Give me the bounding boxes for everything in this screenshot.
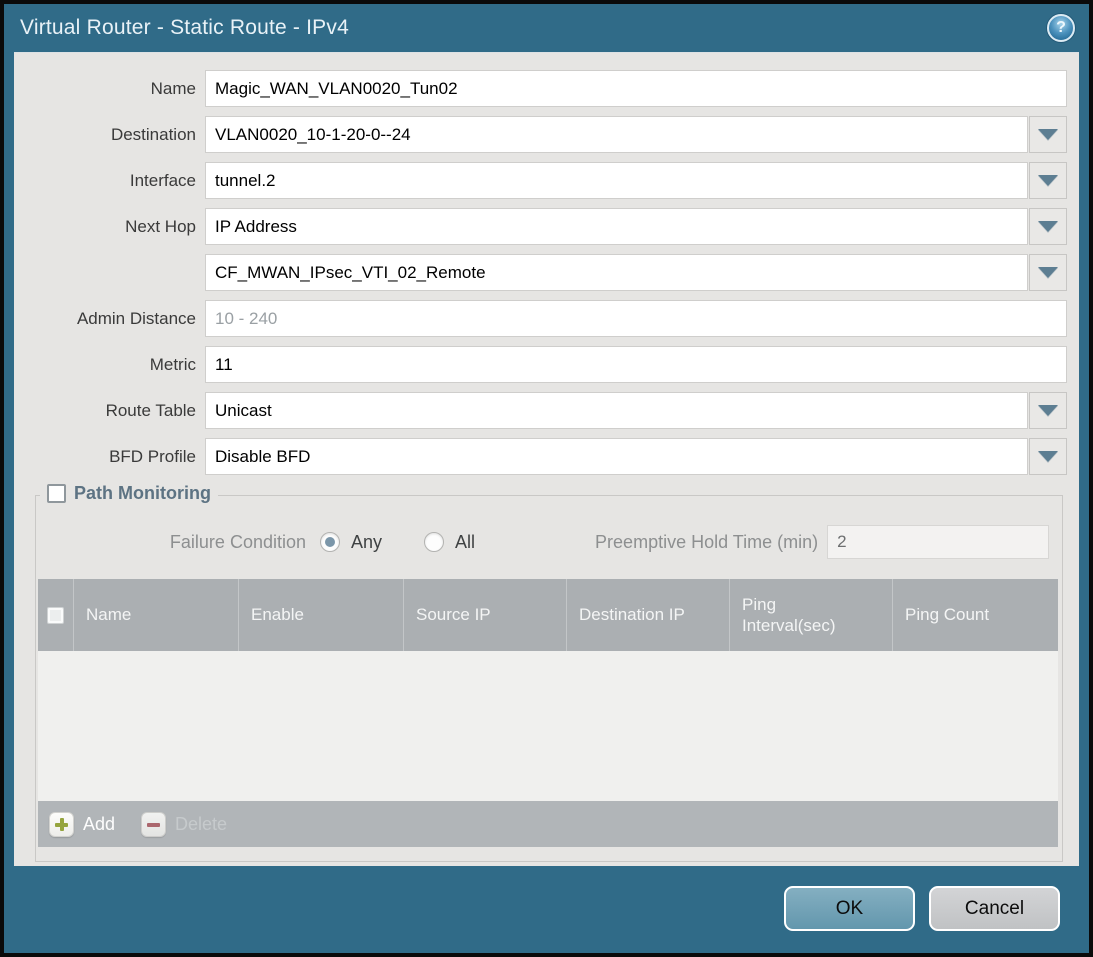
- form-row-metric: Metric: [14, 346, 1067, 383]
- destination-dropdown-button[interactable]: [1029, 116, 1067, 153]
- chevron-down-icon: [1038, 451, 1058, 462]
- table-body-empty: [38, 651, 1058, 801]
- failure-condition-all-radio[interactable]: [424, 532, 444, 552]
- path-monitoring-section: Path Monitoring Failure Condition Any Al…: [35, 495, 1063, 862]
- column-header-ping-count: Ping Count: [892, 579, 1058, 651]
- form-row-next-hop-address: [14, 254, 1067, 291]
- destination-field: [205, 116, 1067, 153]
- route-table-label: Route Table: [14, 401, 205, 421]
- name-label: Name: [14, 79, 205, 99]
- destination-label: Destination: [14, 125, 205, 145]
- next-hop-address-dropdown-button[interactable]: [1029, 254, 1067, 291]
- name-field: [205, 70, 1067, 107]
- metric-input[interactable]: [205, 346, 1067, 383]
- failure-condition-any-label: Any: [351, 532, 382, 553]
- preemptive-hold-time-input[interactable]: [827, 525, 1049, 559]
- column-header-ping-interval: Ping Interval(sec): [729, 579, 892, 651]
- help-icon[interactable]: ?: [1047, 14, 1075, 42]
- table-toolbar: Add Delete: [38, 801, 1058, 847]
- form-row-interface: Interface: [14, 162, 1067, 199]
- failure-condition-any-radio[interactable]: [320, 532, 340, 552]
- form-row-route-table: Route Table: [14, 392, 1067, 429]
- select-all-checkbox[interactable]: [47, 607, 64, 624]
- failure-condition-all-label: All: [455, 532, 475, 553]
- delete-button-label: Delete: [175, 814, 227, 835]
- failure-condition-row: Failure Condition Any All Preemptive Hol…: [36, 525, 1062, 559]
- failure-condition-label: Failure Condition: [36, 532, 306, 553]
- dialog-actions: OK Cancel: [784, 886, 1060, 931]
- bfd-profile-dropdown-button[interactable]: [1029, 438, 1067, 475]
- bfd-profile-field: [205, 438, 1067, 475]
- interface-field: [205, 162, 1067, 199]
- add-button[interactable]: Add: [49, 812, 115, 837]
- chevron-down-icon: [1038, 221, 1058, 232]
- form-row-name: Name: [14, 70, 1067, 107]
- next-hop-label: Next Hop: [14, 217, 205, 237]
- interface-dropdown-button[interactable]: [1029, 162, 1067, 199]
- dialog-title: Virtual Router - Static Route - IPv4: [20, 16, 349, 40]
- name-input[interactable]: [205, 70, 1067, 107]
- dialog-window: Virtual Router - Static Route - IPv4 ? N…: [4, 4, 1089, 953]
- metric-field: [205, 346, 1067, 383]
- path-monitoring-table: Name Enable Source IP Destination IP Pin…: [38, 579, 1058, 847]
- route-table-input[interactable]: [205, 392, 1028, 429]
- form-row-next-hop: Next Hop: [14, 208, 1067, 245]
- admin-distance-field: [205, 300, 1067, 337]
- column-header-source-ip: Source IP: [403, 579, 566, 651]
- form-row-bfd-profile: BFD Profile: [14, 438, 1067, 475]
- title-bar: Virtual Router - Static Route - IPv4 ?: [4, 4, 1089, 52]
- path-monitoring-title: Path Monitoring: [74, 483, 211, 504]
- dialog-content: Name Destination Interface: [14, 52, 1079, 866]
- admin-distance-label: Admin Distance: [14, 309, 205, 329]
- route-table-dropdown-button[interactable]: [1029, 392, 1067, 429]
- admin-distance-input[interactable]: [205, 300, 1067, 337]
- form-row-admin-distance: Admin Distance: [14, 300, 1067, 337]
- ok-button[interactable]: OK: [784, 886, 915, 931]
- form-row-destination: Destination: [14, 116, 1067, 153]
- next-hop-address-input[interactable]: [205, 254, 1028, 291]
- next-hop-type-input[interactable]: [205, 208, 1028, 245]
- dialog-frame: Virtual Router - Static Route - IPv4 ? N…: [0, 0, 1093, 957]
- next-hop-type-dropdown-button[interactable]: [1029, 208, 1067, 245]
- column-header-name: Name: [73, 579, 238, 651]
- delete-button[interactable]: Delete: [141, 812, 227, 837]
- minus-icon: [141, 812, 166, 837]
- cancel-button[interactable]: Cancel: [929, 886, 1060, 931]
- interface-label: Interface: [14, 171, 205, 191]
- column-header-enable: Enable: [238, 579, 403, 651]
- metric-label: Metric: [14, 355, 205, 375]
- add-button-label: Add: [83, 814, 115, 835]
- interface-input[interactable]: [205, 162, 1028, 199]
- column-header-destination-ip: Destination IP: [566, 579, 729, 651]
- bfd-profile-label: BFD Profile: [14, 447, 205, 467]
- path-monitoring-checkbox[interactable]: [47, 484, 66, 503]
- select-all-header-cell: [38, 579, 73, 651]
- chevron-down-icon: [1038, 267, 1058, 278]
- route-table-field: [205, 392, 1067, 429]
- plus-icon: [49, 812, 74, 837]
- destination-input[interactable]: [205, 116, 1028, 153]
- preemptive-hold-time-label: Preemptive Hold Time (min): [595, 532, 818, 553]
- path-monitoring-legend: Path Monitoring: [40, 483, 218, 504]
- next-hop-address-field: [205, 254, 1067, 291]
- chevron-down-icon: [1038, 129, 1058, 140]
- bfd-profile-input[interactable]: [205, 438, 1028, 475]
- chevron-down-icon: [1038, 405, 1058, 416]
- table-header-row: Name Enable Source IP Destination IP Pin…: [38, 579, 1058, 651]
- next-hop-field: [205, 208, 1067, 245]
- chevron-down-icon: [1038, 175, 1058, 186]
